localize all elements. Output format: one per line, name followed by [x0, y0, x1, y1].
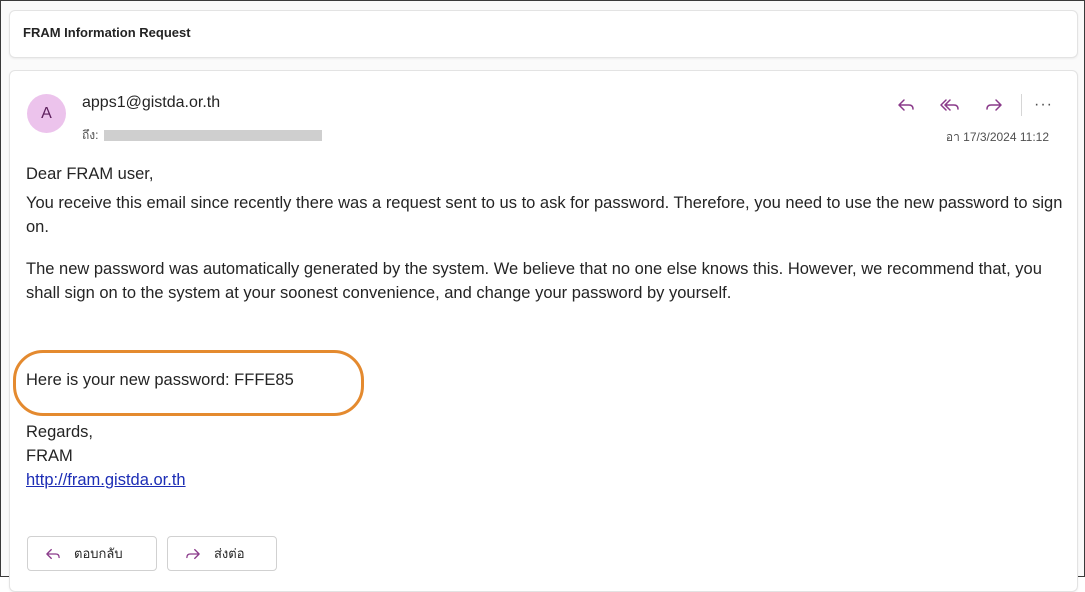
email-subject: FRAM Information Request	[23, 25, 191, 40]
forward-button[interactable]: ส่งต่อ	[167, 536, 277, 571]
signature: FRAM	[26, 447, 73, 465]
website-link[interactable]: http://fram.gistda.or.th	[26, 468, 1066, 492]
forward-button-label: ส่งต่อ	[214, 546, 245, 561]
recipient-redacted	[104, 130, 323, 141]
recipient-row: ถึง:	[82, 126, 323, 145]
password-line: Here is your new password: FFFE85	[26, 371, 294, 389]
regards: Regards,	[26, 423, 93, 441]
actions-divider	[1021, 94, 1023, 116]
to-label: ถึง:	[82, 128, 99, 142]
reply-all-icon[interactable]	[935, 93, 965, 117]
message-actions: ···	[877, 93, 1053, 117]
email-window: FRAM Information Request A apps1@gistda.…	[0, 0, 1085, 592]
reply-icon[interactable]	[891, 93, 921, 117]
message-card: A apps1@gistda.or.th ถึง: ··· อา 17/3/20…	[9, 70, 1078, 592]
body-paragraph-1: You receive this email since recently th…	[26, 194, 1063, 236]
forward-icon	[186, 548, 200, 559]
message-date: อา 17/3/2024 11:12	[945, 130, 1049, 144]
reply-button-label: ตอบกลับ	[74, 546, 123, 561]
sender-address[interactable]: apps1@gistda.or.th	[82, 94, 220, 112]
more-icon[interactable]: ···	[1034, 96, 1053, 114]
subject-bar: FRAM Information Request	[9, 10, 1078, 58]
greeting: Dear FRAM user,	[26, 165, 154, 183]
avatar[interactable]: A	[27, 94, 66, 133]
reply-icon	[46, 548, 60, 559]
body-paragraph-2: The new password was automatically gener…	[26, 260, 1042, 302]
forward-icon[interactable]	[979, 93, 1009, 117]
reply-button[interactable]: ตอบกลับ	[27, 536, 157, 571]
